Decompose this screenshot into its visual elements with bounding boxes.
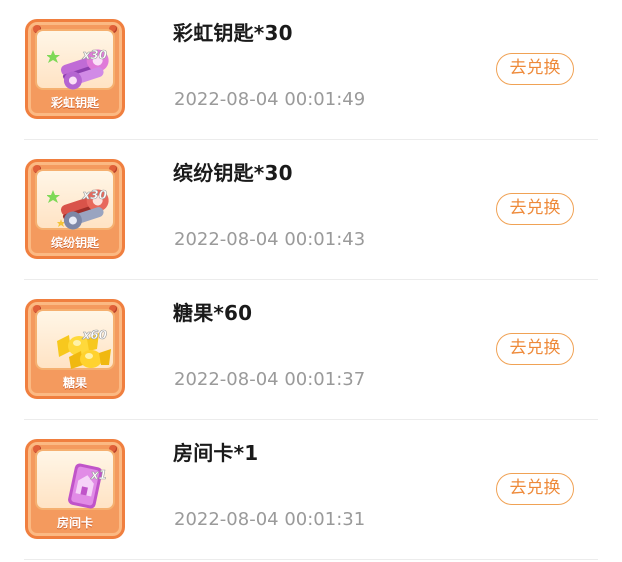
card-label: 糖果 xyxy=(62,376,87,390)
redeem-button[interactable]: 去兑换 xyxy=(496,193,574,225)
item-card: x1 房间卡 xyxy=(25,439,125,539)
divider xyxy=(24,559,598,560)
list-item: x30 缤纷钥匙 缤纷钥匙*30 2022-08-04 00:01:43 去兑换 xyxy=(0,140,622,280)
card-label: 房间卡 xyxy=(56,516,93,530)
item-timestamp: 2022-08-04 00:01:43 xyxy=(174,229,366,250)
room-card-icon xyxy=(68,463,103,509)
quantity-label: x60 xyxy=(82,328,107,343)
card-image-area: x60 xyxy=(35,309,115,370)
card-label: 彩虹钥匙 xyxy=(50,96,99,110)
quantity-label: x30 xyxy=(82,188,107,203)
item-card: x30 彩虹钥匙 xyxy=(25,19,125,119)
redeem-button[interactable]: 去兑换 xyxy=(496,473,574,505)
card-image-area: x30 xyxy=(35,169,115,230)
item-timestamp: 2022-08-04 00:01:31 xyxy=(174,509,366,530)
item-title: 房间卡*1 xyxy=(173,441,259,465)
redeem-button[interactable]: 去兑换 xyxy=(496,53,574,85)
item-title: 缤纷钥匙*30 xyxy=(173,161,293,185)
list-item: x30 彩虹钥匙 彩虹钥匙*30 2022-08-04 00:01:49 去兑换 xyxy=(0,0,622,140)
item-title: 糖果*60 xyxy=(173,301,253,325)
item-title: 彩虹钥匙*30 xyxy=(173,21,293,45)
exchange-record-list: x30 彩虹钥匙 彩虹钥匙*30 2022-08-04 00:01:49 去兑换 xyxy=(0,0,622,562)
list-item: x1 房间卡 房间卡*1 2022-08-04 00:01:31 去兑换 xyxy=(0,420,622,560)
card-image-area: x30 xyxy=(35,29,115,90)
item-card: x30 缤纷钥匙 xyxy=(25,159,125,259)
item-card: x60 糖果 xyxy=(25,299,125,399)
list-item: x60 糖果 糖果*60 2022-08-04 00:01:37 去兑换 xyxy=(0,280,622,420)
item-timestamp: 2022-08-04 00:01:49 xyxy=(174,89,366,110)
item-timestamp: 2022-08-04 00:01:37 xyxy=(174,369,366,390)
card-label: 缤纷钥匙 xyxy=(50,236,99,250)
quantity-label: x1 xyxy=(90,468,108,483)
redeem-button[interactable]: 去兑换 xyxy=(496,333,574,365)
card-image-area: x1 xyxy=(35,449,115,510)
quantity-label: x30 xyxy=(82,48,107,63)
